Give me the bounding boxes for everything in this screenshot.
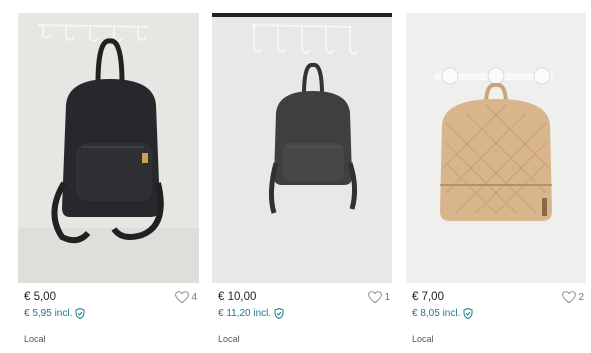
price-incl-protection[interactable]: € 5,95 incl. xyxy=(24,308,85,319)
listing-photo[interactable] xyxy=(212,13,392,283)
favourite-button[interactable]: 1 xyxy=(368,291,390,304)
favourite-count: 1 xyxy=(384,292,390,303)
price-incl-label: € 8,05 incl. xyxy=(412,308,461,319)
backpack-photo xyxy=(406,13,586,283)
favourite-count: 2 xyxy=(578,292,584,303)
price-incl-protection[interactable]: € 8,05 incl. xyxy=(412,308,473,319)
listing-price: € 5,00 xyxy=(24,291,56,303)
shield-check-icon xyxy=(75,308,85,319)
listing-card[interactable]: € 5,00 4 € 5,95 incl. Local xyxy=(18,13,199,344)
heart-outline-icon xyxy=(175,291,190,304)
listing-location: Local xyxy=(218,334,240,344)
price-incl-label: € 5,95 incl. xyxy=(24,308,73,319)
listing-photo[interactable] xyxy=(406,13,586,283)
favourite-button[interactable]: 2 xyxy=(562,291,584,304)
listing-price: € 7,00 xyxy=(412,291,444,303)
shield-check-icon xyxy=(463,308,473,319)
heart-outline-icon xyxy=(562,291,577,304)
backpack-photo xyxy=(18,13,199,283)
listing-card[interactable]: € 10,00 1 € 11,20 incl. Local xyxy=(212,13,392,344)
heart-outline-icon xyxy=(368,291,383,304)
listing-location: Local xyxy=(24,334,46,344)
favourite-count: 4 xyxy=(191,292,197,303)
listing-card[interactable]: € 7,00 2 € 8,05 incl. Local xyxy=(406,13,586,344)
listing-photo[interactable] xyxy=(18,13,199,283)
price-incl-protection[interactable]: € 11,20 incl. xyxy=(218,308,284,319)
listing-price: € 10,00 xyxy=(218,291,257,303)
backpack-photo xyxy=(212,13,392,283)
shield-check-icon xyxy=(274,308,284,319)
listing-location: Local xyxy=(412,334,434,344)
favourite-button[interactable]: 4 xyxy=(175,291,197,304)
price-incl-label: € 11,20 incl. xyxy=(218,308,272,319)
